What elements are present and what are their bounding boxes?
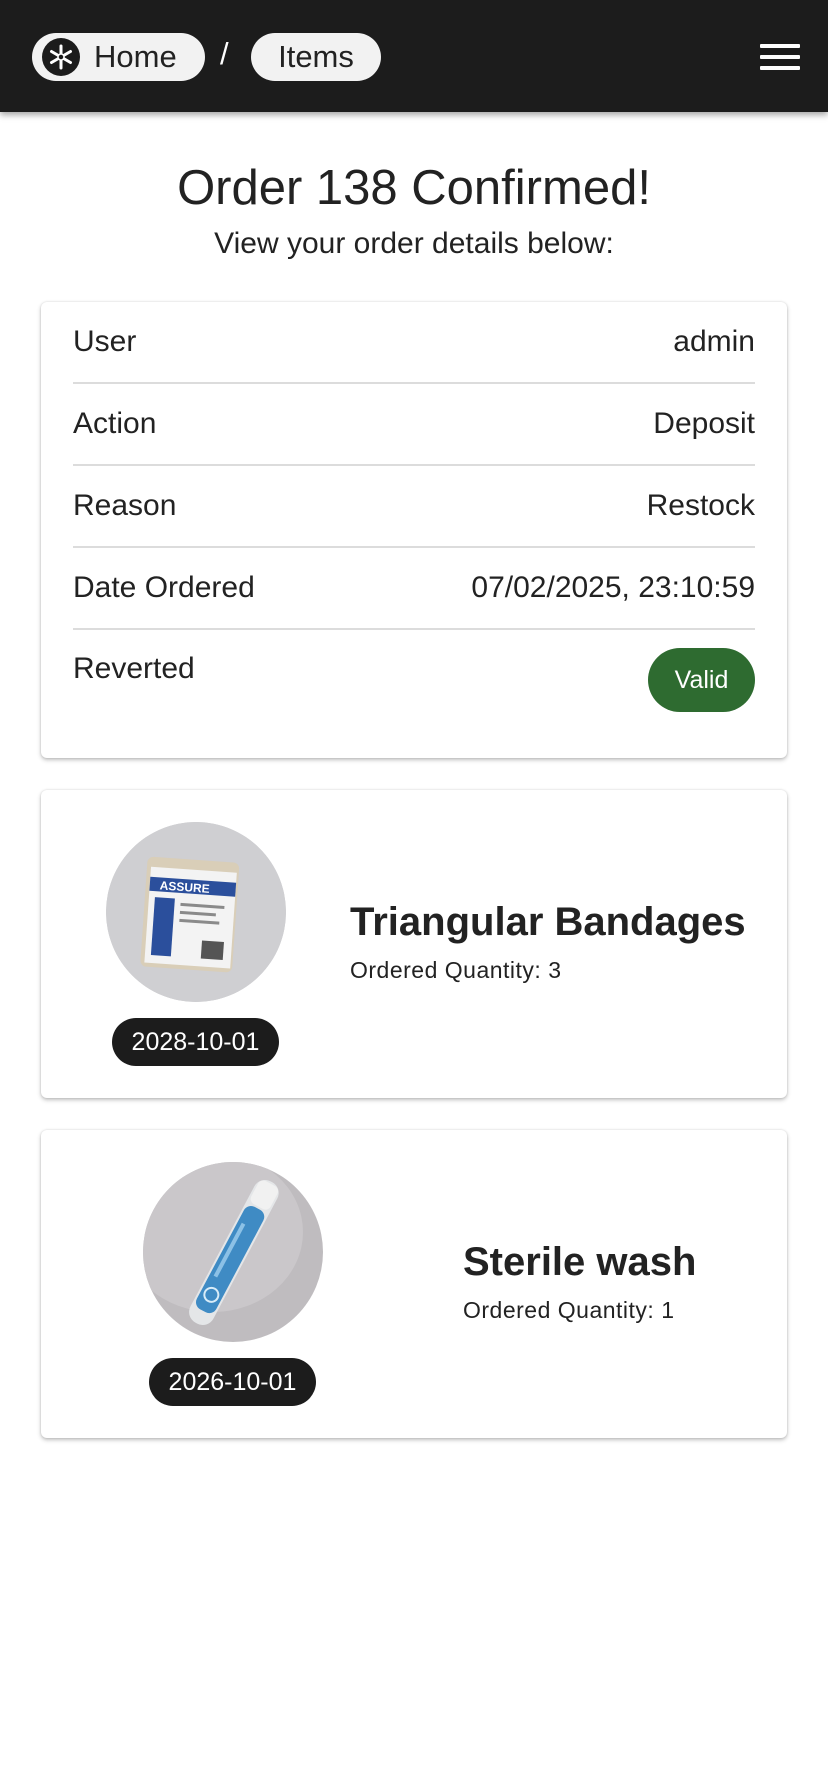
- page-title: Order 138 Confirmed!: [177, 161, 651, 215]
- hamburger-menu-icon[interactable]: [760, 44, 800, 72]
- detail-label: Date Ordered: [73, 571, 255, 604]
- detail-value: Restock: [646, 489, 755, 522]
- page-subtitle: View your order details below:: [214, 227, 614, 260]
- item-quantity: Ordered Quantity: 3: [350, 957, 562, 983]
- detail-row-date-ordered: Date Ordered 07/02/2025, 23:10:59: [73, 548, 755, 630]
- item-name: Triangular Bandages: [350, 900, 746, 944]
- detail-row-reason: Reason Restock: [73, 466, 755, 548]
- breadcrumb-home[interactable]: Home: [32, 33, 205, 81]
- status-badge: Valid: [648, 648, 755, 712]
- order-item-card[interactable]: 2026-10-01 Sterile wash Ordered Quantity…: [41, 1130, 787, 1438]
- breadcrumb-separator: /: [220, 36, 229, 71]
- detail-value: Deposit: [653, 407, 755, 440]
- expiry-badge: 2028-10-01: [112, 1018, 279, 1066]
- expiry-badge: 2026-10-01: [149, 1358, 316, 1406]
- detail-row-user: User admin: [73, 302, 755, 384]
- detail-label: Reason: [73, 489, 177, 522]
- breadcrumb-items[interactable]: Items: [251, 33, 381, 81]
- star-of-life-logo-icon: [42, 38, 80, 76]
- detail-value: 07/02/2025, 23:10:59: [471, 571, 755, 604]
- detail-label: Reverted: [73, 652, 195, 685]
- app-bar: Home / Items: [0, 0, 828, 112]
- bandage-package-photo: ASSURE: [106, 822, 286, 1002]
- order-details-card: User admin Action Deposit Reason Restock…: [41, 302, 787, 758]
- order-item-card[interactable]: ASSURE 2028-10-01 Triangular Bandages Or…: [41, 790, 787, 1098]
- detail-row-reverted: Reverted Valid: [73, 630, 755, 730]
- breadcrumb-items-label: Items: [278, 39, 354, 74]
- detail-value: admin: [673, 325, 755, 358]
- sterile-wash-tube-photo: [143, 1162, 323, 1342]
- item-quantity: Ordered Quantity: 1: [463, 1297, 675, 1323]
- breadcrumb-home-label: Home: [94, 39, 177, 74]
- detail-label: User: [73, 325, 137, 358]
- detail-row-action: Action Deposit: [73, 384, 755, 466]
- detail-label: Action: [73, 407, 157, 440]
- item-name: Sterile wash: [463, 1240, 697, 1284]
